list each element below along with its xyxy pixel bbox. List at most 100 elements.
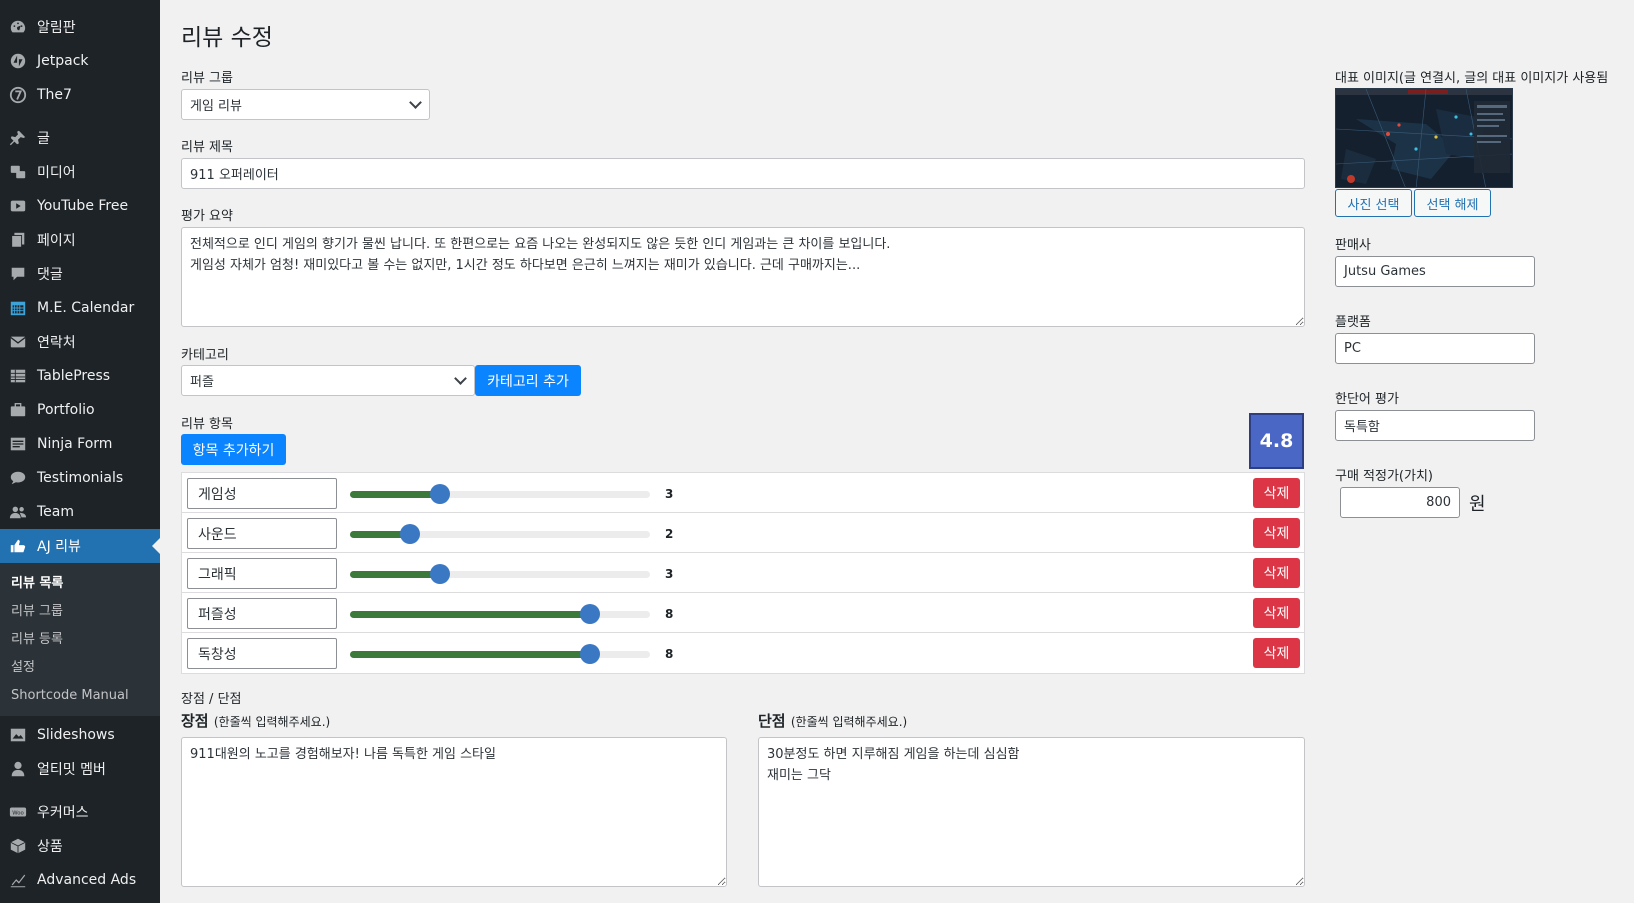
select-photo-button[interactable]: 사진 선택 — [1335, 189, 1412, 217]
menu-dashboard[interactable]: 알림판 — [0, 10, 160, 44]
menu-pages[interactable]: 페이지 — [0, 223, 160, 257]
menu-contacts[interactable]: 연락처 — [0, 325, 160, 359]
delete-item-button[interactable]: 삭제 — [1253, 518, 1300, 548]
review-item-row: 게임성 3 삭제 — [182, 473, 1304, 513]
seller-value: Jutsu Games — [1344, 264, 1426, 279]
menu-portfolio[interactable]: Portfolio — [0, 393, 160, 427]
product-icon — [8, 836, 28, 856]
delete-item-button[interactable]: 삭제 — [1253, 558, 1300, 588]
jetpack-icon — [8, 51, 28, 71]
item-name-input[interactable]: 게임성 — [187, 478, 337, 509]
cons-heading: 단점 (한줄씩 입력해주세요.) — [758, 710, 907, 731]
item-name-input[interactable]: 그래픽 — [187, 558, 337, 589]
menu-advanced-ads[interactable]: Advanced Ads — [0, 863, 160, 897]
add-item-button[interactable]: 항목 추가하기 — [181, 434, 286, 465]
pros-title: 장점 — [181, 712, 209, 730]
item-score-slider[interactable] — [350, 564, 650, 584]
the7-icon — [8, 85, 28, 105]
review-title-input[interactable]: 911 오퍼레이터 — [181, 158, 1305, 189]
seller-input[interactable]: Jutsu Games — [1335, 256, 1535, 287]
menu-tablepress[interactable]: TablePress — [0, 359, 160, 393]
platform-input[interactable]: PC — [1335, 333, 1535, 364]
pros-textarea[interactable]: 911대원의 노고를 경험해보자! 나름 독특한 게임 스타일 — [181, 737, 727, 887]
item-score-slider[interactable] — [350, 524, 650, 544]
menu-label: M.E. Calendar — [37, 300, 135, 316]
menu-label: Portfolio — [37, 402, 95, 418]
submenu-review-group[interactable]: 리뷰 그룹 — [0, 598, 160, 626]
platform-value: PC — [1344, 341, 1361, 356]
slider-handle[interactable] — [430, 564, 450, 584]
price-unit: 원 — [1469, 494, 1486, 515]
category-select[interactable]: 퍼즐 — [181, 365, 475, 396]
delete-item-button[interactable]: 삭제 — [1253, 638, 1300, 668]
menu-label: Team — [37, 504, 75, 520]
menu-label: 연락처 — [37, 335, 76, 351]
review-title-label: 리뷰 제목 — [181, 140, 233, 155]
chart-icon — [8, 870, 28, 890]
category-value: 퍼즐 — [190, 375, 214, 390]
review-group-label: 리뷰 그룹 — [181, 71, 233, 86]
menu-label: AJ 리뷰 — [37, 539, 81, 555]
pros-heading: 장점 (한줄씩 입력해주세요.) — [181, 710, 330, 731]
dashboard-icon — [8, 17, 28, 37]
cons-title: 단점 — [758, 712, 786, 730]
slider-handle[interactable] — [580, 604, 600, 624]
unselect-photo-button[interactable]: 선택 해제 — [1414, 189, 1491, 217]
summary-textarea[interactable]: 전체적으로 인디 게임의 향기가 물씬 납니다. 또 한편으로는 요즘 나오는 … — [181, 227, 1305, 327]
menu-label: 글 — [37, 131, 50, 147]
woocommerce-icon: Woo — [8, 802, 28, 822]
menu-aj-review[interactable]: AJ 리뷰 — [0, 529, 160, 563]
menu-products[interactable]: 상품 — [0, 829, 160, 863]
item-name-input[interactable]: 독창성 — [187, 638, 337, 669]
cons-textarea[interactable]: 30분정도 하면 지루해짐 게임을 하는데 심심함 재미는 그닥 — [758, 737, 1305, 887]
item-score-value: 2 — [665, 527, 674, 541]
menu-label: 얼티밋 멤버 — [37, 762, 106, 778]
item-name-input[interactable]: 퍼즐성 — [187, 598, 337, 629]
menu-label: Advanced Ads — [37, 872, 137, 888]
menu-ninja-form[interactable]: Ninja Form — [0, 427, 160, 461]
submenu-review-list[interactable]: 리뷰 목록 — [0, 570, 160, 598]
platform-label: 플랫폼 — [1335, 315, 1371, 330]
menu-team[interactable]: Team — [0, 495, 160, 529]
menu-testimonials[interactable]: Testimonials — [0, 461, 160, 495]
map-screenshot-image — [1336, 89, 1512, 187]
testimonial-icon — [8, 468, 28, 488]
menu-slideshows[interactable]: Slideshows — [0, 718, 160, 752]
menu-posts[interactable]: 글 — [0, 121, 160, 155]
item-score-value: 8 — [665, 647, 674, 661]
overall-score-badge: 4.8 — [1249, 413, 1304, 469]
menu-media[interactable]: 미디어 — [0, 155, 160, 189]
admin-sidebar: 알림판 Jetpack The7 글 미디어 YouTube Free 페이지 … — [0, 0, 160, 903]
submenu-review-add[interactable]: 리뷰 등록 — [0, 626, 160, 654]
menu-ultimate-member[interactable]: 얼티밋 멤버 — [0, 752, 160, 786]
review-group-select[interactable]: 게임 리뷰 — [181, 89, 430, 120]
youtube-icon — [8, 196, 28, 216]
menu-label: Slideshows — [37, 727, 115, 743]
slider-handle[interactable] — [580, 644, 600, 664]
slider-handle[interactable] — [400, 524, 420, 544]
item-score-slider[interactable] — [350, 644, 650, 664]
slider-handle[interactable] — [430, 484, 450, 504]
item-score-slider[interactable] — [350, 604, 650, 624]
menu-woocommerce[interactable]: Woo 우커머스 — [0, 795, 160, 829]
submenu-settings[interactable]: 설정 — [0, 654, 160, 682]
submenu-shortcode-manual[interactable]: Shortcode Manual — [0, 682, 160, 710]
aj-review-submenu: 리뷰 목록 리뷰 그룹 리뷰 등록 설정 Shortcode Manual — [0, 563, 160, 716]
item-name-input[interactable]: 사운드 — [187, 518, 337, 549]
category-label: 카테고리 — [181, 348, 229, 363]
menu-comments[interactable]: 댓글 — [0, 257, 160, 291]
delete-item-button[interactable]: 삭제 — [1253, 598, 1300, 628]
featured-image-thumbnail[interactable] — [1335, 88, 1513, 188]
item-score-slider[interactable] — [350, 484, 650, 504]
review-items-label: 리뷰 항목 — [181, 417, 233, 432]
delete-item-button[interactable]: 삭제 — [1253, 478, 1300, 508]
review-item-row: 독창성 8 삭제 — [182, 633, 1304, 673]
menu-the7[interactable]: The7 — [0, 78, 160, 112]
add-category-button[interactable]: 카테고리 추가 — [475, 365, 581, 396]
menu-jetpack[interactable]: Jetpack — [0, 44, 160, 78]
fair-price-input[interactable]: 800 — [1340, 487, 1460, 518]
one-word-review-input[interactable]: 독특함 — [1335, 410, 1535, 441]
menu-youtube[interactable]: YouTube Free — [0, 189, 160, 223]
menu-calendar[interactable]: M.E. Calendar — [0, 291, 160, 325]
menu-label: 미디어 — [37, 165, 76, 181]
